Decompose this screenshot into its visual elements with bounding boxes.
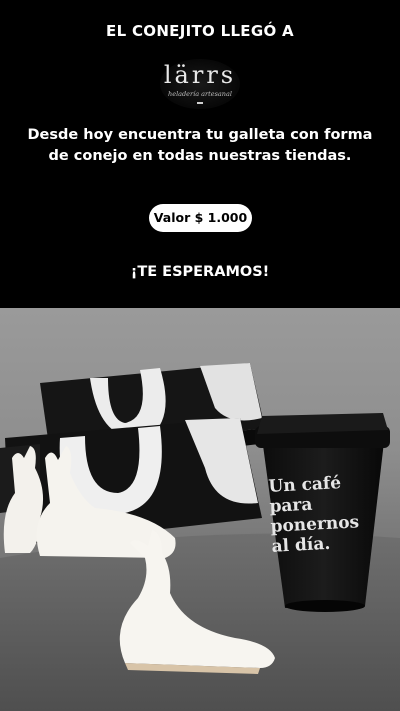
promo-tagline: Desde hoy encuentra tu galleta con forma… bbox=[27, 127, 373, 164]
logo-divider bbox=[197, 102, 203, 104]
headline: EL CONEJITO LLEGÓ A bbox=[106, 22, 294, 40]
brand-logo: lärrs heladería artesanal bbox=[160, 59, 240, 109]
price-badge[interactable]: Valor $ 1.000 bbox=[149, 204, 252, 232]
logo-wordmark: lärrs bbox=[163, 61, 237, 89]
logo-subtitle: heladería artesanal bbox=[168, 90, 232, 98]
promo-banner: EL CONEJITO LLEGÓ A lärrs heladería arte… bbox=[0, 0, 400, 308]
product-photo: Un café para ponernos al día. bbox=[0, 308, 400, 711]
cup-slogan: Un café para ponernos al día. bbox=[267, 473, 360, 557]
call-to-action: ¡TE ESPERAMOS! bbox=[130, 264, 270, 280]
promo-post: EL CONEJITO LLEGÓ A lärrs heladería arte… bbox=[0, 0, 400, 711]
